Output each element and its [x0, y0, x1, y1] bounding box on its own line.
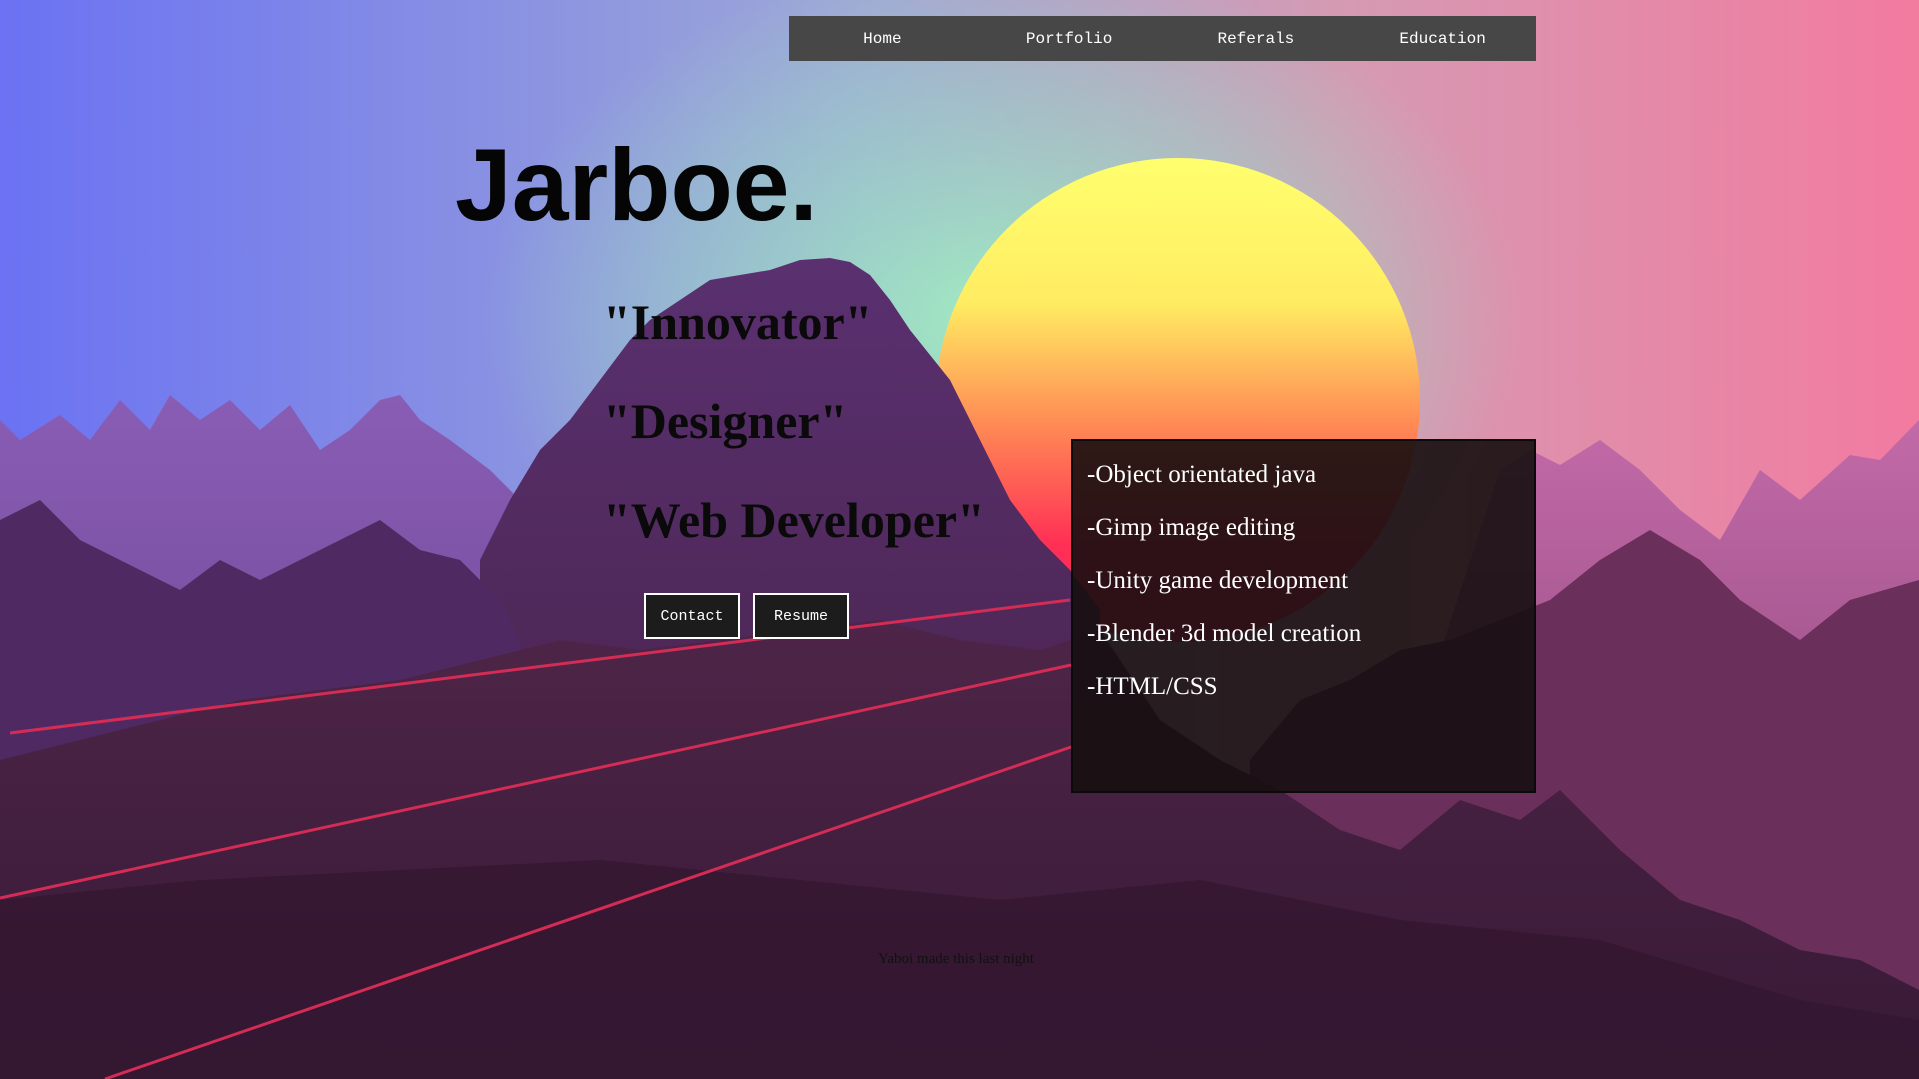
role-web-developer: "Web Developer": [603, 492, 985, 548]
nav-home-link[interactable]: Home: [789, 30, 976, 48]
resume-button[interactable]: Resume: [753, 593, 849, 639]
skill-item: -Blender 3d model creation: [1087, 620, 1362, 647]
top-nav-bar: Home Portfolio Referals Education: [789, 16, 1536, 61]
footer-text: Yaboi made this last night: [878, 951, 1034, 967]
skill-item: -HTML/CSS: [1087, 673, 1218, 700]
skill-item: -Unity game development: [1087, 567, 1349, 594]
role-designer: "Designer": [603, 393, 848, 449]
skill-item: -Gimp image editing: [1087, 514, 1296, 541]
nav-education-link[interactable]: Education: [1349, 30, 1536, 48]
role-innovator: "Innovator": [603, 294, 873, 350]
nav-portfolio-link[interactable]: Portfolio: [976, 30, 1163, 48]
skills-panel: -Object orientated java -Gimp image edit…: [1071, 439, 1536, 793]
nav-referals-link[interactable]: Referals: [1163, 30, 1350, 48]
contact-button[interactable]: Contact: [644, 593, 740, 639]
skill-item: -Object orientated java: [1087, 461, 1317, 488]
page-title: Jarboe.: [455, 128, 818, 242]
